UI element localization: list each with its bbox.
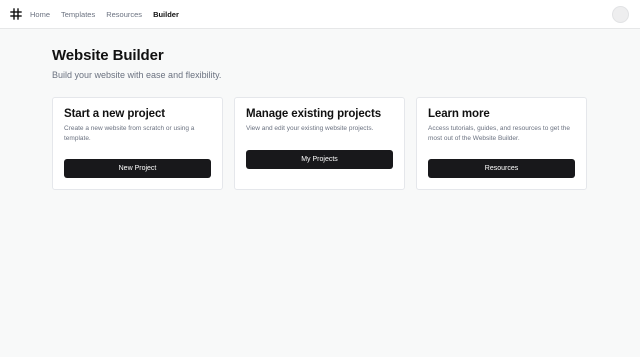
my-projects-button[interactable]: My Projects — [246, 149, 393, 169]
page-title: Website Builder — [52, 47, 164, 64]
card-new-project: Start a new project Create a new website… — [52, 97, 223, 190]
card-description: Create a new website from scratch or usi… — [64, 125, 195, 142]
card-title: Learn more — [428, 108, 490, 120]
main-nav: Home Templates Resources Builder — [30, 10, 190, 19]
nav-item-templates[interactable]: Templates — [61, 10, 95, 19]
card-description: View and edit your existing website proj… — [246, 125, 374, 132]
nav-item-home[interactable]: Home — [30, 10, 50, 19]
card-description: Access tutorials, guides, and resources … — [428, 125, 570, 142]
card-manage-projects: Manage existing projects View and edit y… — [234, 97, 405, 190]
card-learn-more: Learn more Access tutorials, guides, and… — [416, 97, 587, 190]
top-navbar: Home Templates Resources Builder — [0, 0, 640, 29]
card-title: Manage existing projects — [246, 108, 381, 120]
card-grid: Start a new project Create a new website… — [52, 97, 588, 190]
avatar[interactable] — [612, 6, 629, 23]
page-subtitle: Build your website with ease and flexibi… — [52, 70, 222, 80]
new-project-button[interactable]: New Project — [64, 159, 211, 178]
main-content: Website Builder Build your website with … — [0, 29, 640, 190]
nav-item-resources[interactable]: Resources — [106, 10, 142, 19]
command-icon[interactable] — [10, 8, 22, 20]
resources-button[interactable]: Resources — [428, 159, 575, 178]
card-title: Start a new project — [64, 108, 165, 120]
nav-item-builder[interactable]: Builder — [153, 10, 179, 19]
